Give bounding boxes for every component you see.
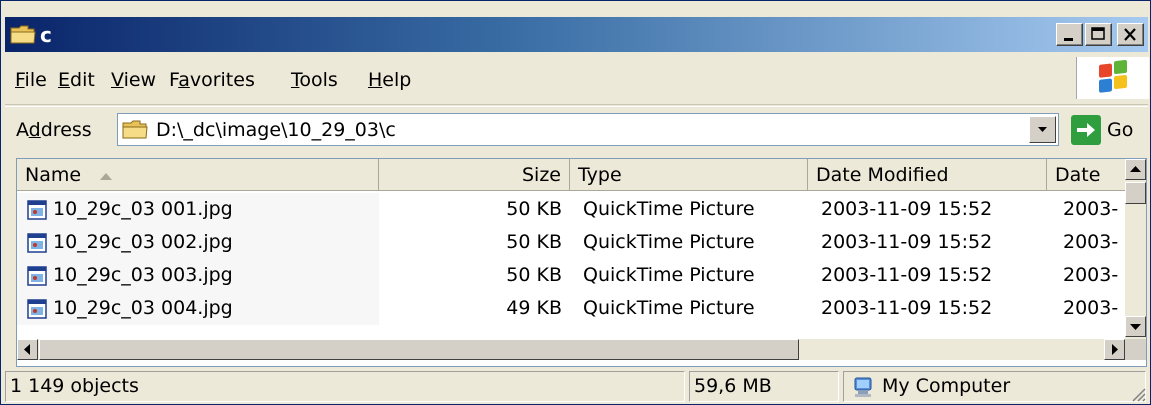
windows-logo-throbber (1076, 57, 1149, 99)
list-item[interactable]: 10_29c_03 003.jpg 50 KB QuickTime Pictur… (17, 259, 1125, 292)
scroll-left-button[interactable] (17, 339, 38, 360)
arrow-right-icon (1077, 123, 1095, 137)
address-dropdown-button[interactable] (1029, 116, 1056, 143)
menu-tools[interactable]: Tools (291, 69, 338, 91)
menu-bar: File Edit View Favorites Tools Help (5, 54, 1149, 105)
status-location-label: My Computer (882, 375, 1011, 397)
menu-help-accel: H (368, 69, 383, 91)
list-item[interactable]: 10_29c_03 004.jpg 49 KB QuickTime Pictur… (17, 292, 1125, 325)
column-header-date-modified[interactable]: Date Modified (808, 159, 1047, 191)
explorer-window: c File Edit View Favorites Tools Help Ad… (0, 0, 1151, 405)
window-title: c (40, 23, 52, 47)
column-header-type[interactable]: Type (570, 159, 808, 191)
file-date: 2003- (1063, 264, 1119, 286)
folder-icon (10, 25, 36, 44)
file-date-modified: 2003-11-09 15:52 (821, 264, 993, 286)
vertical-scroll-thumb[interactable] (1125, 182, 1146, 204)
horizontal-scroll-thumb[interactable] (39, 339, 799, 360)
maximize-button[interactable] (1085, 23, 1112, 46)
minimize-button[interactable] (1056, 23, 1083, 46)
vertical-scrollbar[interactable] (1125, 159, 1146, 339)
menu-help[interactable]: Help (368, 69, 411, 91)
file-size: 50 KB (506, 264, 562, 286)
windows-logo-icon (1099, 60, 1127, 93)
file-date-modified: 2003-11-09 15:52 (821, 231, 993, 253)
image-file-icon (27, 200, 47, 220)
file-name: 10_29c_03 001.jpg (53, 198, 233, 220)
list-item[interactable]: 10_29c_03 001.jpg 50 KB QuickTime Pictur… (17, 193, 1125, 226)
status-size: 59,6 MB (689, 371, 839, 402)
address-value: D:\_dc\image\10_29_03\c (156, 119, 396, 141)
menu-file-accel: F (15, 69, 25, 91)
menu-favorites[interactable]: Favorites (169, 69, 255, 91)
my-computer-icon (854, 377, 872, 397)
file-date: 2003- (1063, 297, 1119, 319)
address-bar: Address D:\_dc\image\10_29_03\c Go (5, 106, 1148, 153)
minimize-icon (1064, 38, 1073, 41)
file-name: 10_29c_03 003.jpg (53, 264, 233, 286)
close-button[interactable] (1117, 23, 1144, 46)
column-header-date[interactable]: Date (1047, 159, 1125, 191)
column-header-name-label: Name (25, 164, 82, 186)
close-icon (1124, 28, 1136, 41)
image-file-icon (27, 266, 47, 286)
file-size: 50 KB (506, 231, 562, 253)
status-location: My Computer (843, 371, 1146, 402)
status-bar: 1 149 objects 59,6 MB My Computer (5, 369, 1148, 404)
address-label: Address (16, 119, 92, 141)
file-type: QuickTime Picture (583, 264, 755, 286)
title-bar[interactable]: c (5, 17, 1148, 52)
menu-help-rest: elp (382, 69, 412, 91)
go-button[interactable] (1071, 115, 1101, 145)
menu-view[interactable]: View (111, 69, 156, 91)
menu-edit-rest: dit (70, 69, 95, 91)
file-date-modified: 2003-11-09 15:52 (821, 198, 993, 220)
menu-edit[interactable]: Edit (58, 69, 95, 91)
menu-tools-rest: ools (299, 69, 338, 91)
column-header-name[interactable]: Name (17, 159, 379, 191)
file-name: 10_29c_03 002.jpg (53, 231, 233, 253)
status-object-count: 1 149 objects (5, 371, 685, 402)
scroll-up-button[interactable] (1125, 159, 1146, 180)
image-file-icon (27, 299, 47, 319)
menu-file[interactable]: File (15, 69, 47, 91)
folder-icon (122, 120, 148, 139)
file-date: 2003- (1063, 231, 1119, 253)
scroll-right-button[interactable] (1104, 339, 1125, 360)
go-label[interactable]: Go (1107, 119, 1133, 141)
file-type: QuickTime Picture (583, 231, 755, 253)
chevron-left-icon (24, 344, 30, 355)
menu-favorites-rest: vorites (189, 69, 255, 91)
menu-favorites-accel: a (178, 69, 190, 91)
horizontal-scrollbar[interactable] (17, 339, 1125, 360)
file-size: 50 KB (506, 198, 562, 220)
chevron-up-icon (1130, 166, 1141, 172)
maximize-icon (1091, 27, 1105, 40)
resize-grip-icon[interactable] (1130, 386, 1146, 402)
file-date-modified: 2003-11-09 15:52 (821, 297, 993, 319)
address-field[interactable]: D:\_dc\image\10_29_03\c (117, 113, 1059, 146)
menu-favorites-pre: F (169, 69, 179, 91)
scrollbar-corner (1125, 339, 1146, 360)
menu-view-accel: V (111, 69, 124, 91)
scroll-down-button[interactable] (1125, 316, 1146, 337)
file-date: 2003- (1063, 198, 1119, 220)
chevron-down-icon (1130, 324, 1141, 330)
file-list[interactable]: Name Size Type Date Modified Date 10_29c… (16, 158, 1147, 367)
chevron-right-icon (1112, 344, 1118, 355)
file-size: 49 KB (506, 297, 562, 319)
file-type: QuickTime Picture (583, 198, 755, 220)
menu-view-rest: iew (123, 69, 157, 91)
menu-edit-accel: E (58, 69, 71, 91)
file-name: 10_29c_03 004.jpg (53, 297, 233, 319)
list-item[interactable]: 10_29c_03 002.jpg 50 KB QuickTime Pictur… (17, 226, 1125, 259)
image-file-icon (27, 233, 47, 253)
column-header-size[interactable]: Size (379, 159, 570, 191)
sort-ascending-icon (100, 172, 113, 180)
menu-file-rest: ile (24, 69, 47, 91)
chevron-down-icon (1038, 127, 1047, 132)
file-type: QuickTime Picture (583, 297, 755, 319)
list-header: Name Size Type Date Modified Date (17, 159, 1125, 191)
